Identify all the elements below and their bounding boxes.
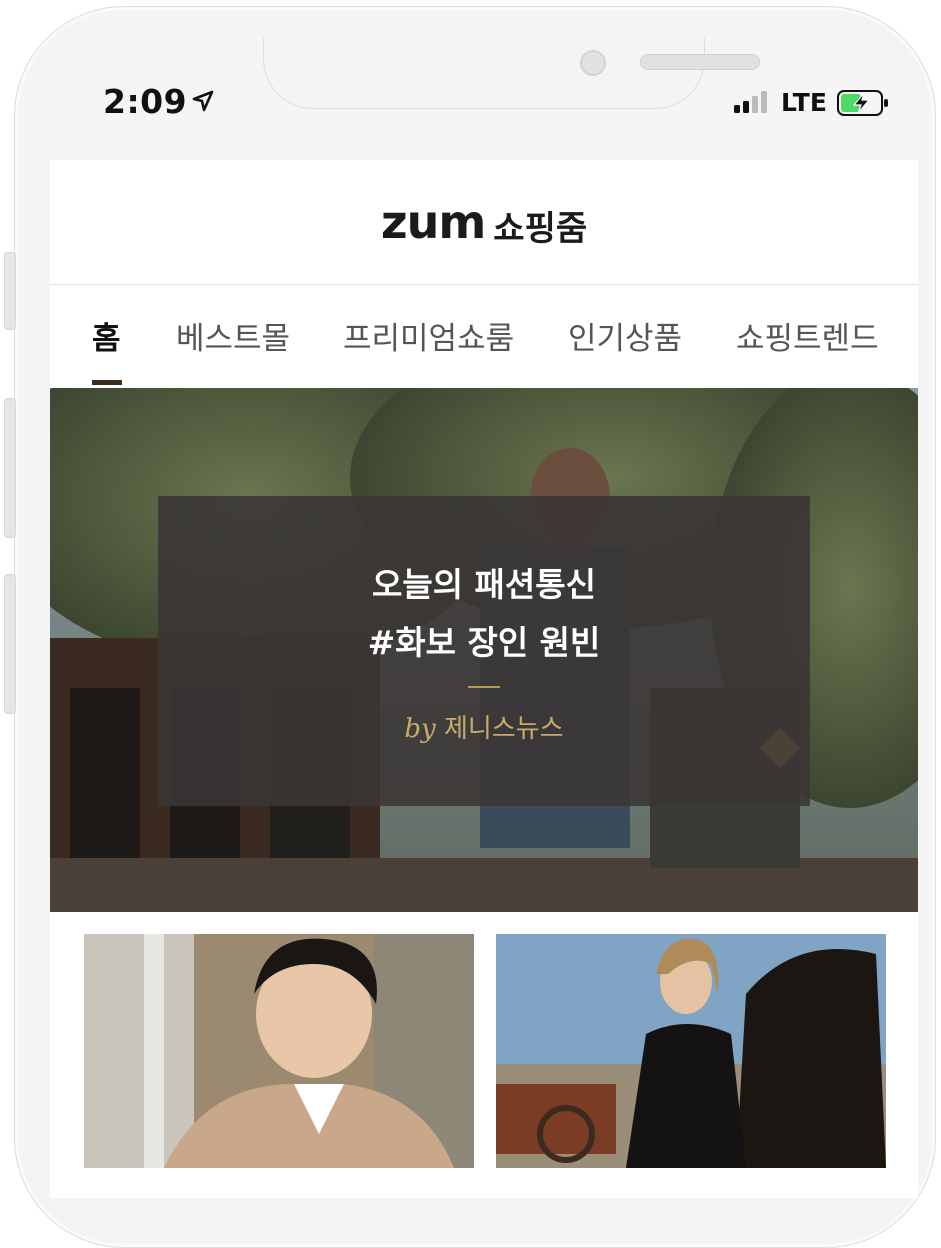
silent-switch	[4, 252, 16, 330]
category-tabs: 홈 베스트몰 프리미엄쇼룸 인기상품 쇼핑트렌드	[50, 285, 918, 388]
network-type: LTE	[781, 88, 827, 117]
front-camera	[580, 50, 606, 76]
hero-banner[interactable]: 오늘의 패션통신 #화보 장인 원빈 by 제니스뉴스	[50, 388, 918, 912]
byline-prefix: by	[404, 714, 436, 744]
signal-bars-icon	[734, 91, 767, 113]
earpiece-speaker	[640, 54, 760, 70]
hero-byline: by 제니스뉴스	[158, 708, 810, 745]
product-cards	[50, 912, 918, 1198]
hero-title-line1: 오늘의 패션통신	[371, 565, 596, 604]
logo-brand: zum	[380, 195, 486, 249]
zum-shopping-logo[interactable]: zum 쇼핑줌	[50, 160, 918, 284]
logo-service: 쇼핑줌	[493, 208, 588, 249]
volume-up-button	[4, 398, 16, 538]
tab-shopping-trend[interactable]: 쇼핑트렌드	[736, 313, 879, 358]
volume-down-button	[4, 574, 16, 714]
active-tab-indicator	[92, 380, 122, 385]
card-fashion-woman[interactable]	[496, 934, 886, 1168]
status-bar: 2:09 LTE	[50, 38, 918, 160]
tab-popular-products[interactable]: 인기상품	[568, 313, 682, 358]
tab-premium-showroom[interactable]: 프리미엄쇼룸	[343, 313, 514, 358]
man-in-beige-coat-photo	[84, 934, 474, 1168]
battery-charging-icon	[837, 90, 888, 116]
hero-title-line2: #화보 장인 원빈	[367, 623, 601, 662]
hero-divider	[468, 686, 500, 688]
notch	[263, 38, 760, 109]
phone-screen: 2:09 LTE zum 쇼핑줌 홈 베스트몰 프리미엄쇼룸 인기상품 쇼핑트렌…	[50, 38, 918, 1198]
card-fashion-man[interactable]	[84, 934, 474, 1168]
app-header: zum 쇼핑줌	[50, 160, 918, 285]
tab-home[interactable]: 홈	[92, 313, 121, 358]
hero-caption-box: 오늘의 패션통신 #화보 장인 원빈 by 제니스뉴스	[158, 496, 810, 806]
tab-best-mall[interactable]: 베스트몰	[176, 313, 290, 358]
location-arrow-icon	[192, 90, 214, 112]
byline-source: 제니스뉴스	[444, 714, 564, 744]
woman-with-horse-photo	[496, 934, 886, 1168]
status-time: 2:09	[103, 82, 188, 121]
